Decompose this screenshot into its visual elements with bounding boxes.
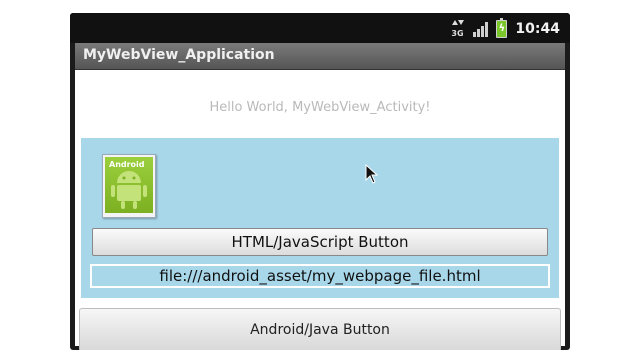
android-logo-image: Android <box>102 154 156 218</box>
hello-text: Hello World, MyWebView_Activity! <box>209 100 431 115</box>
app-title: MyWebView_Application <box>83 47 275 63</box>
status-bar: 3G ϟ 10:44 <box>70 13 570 43</box>
phone-frame: 3G ϟ 10:44 MyWebView_Application Hello W… <box>70 13 570 350</box>
android-logo-label: Android <box>109 160 145 169</box>
app-title-bar: MyWebView_Application <box>75 43 565 70</box>
activity-content: Hello World, MyWebView_Activity! Android <box>75 70 565 350</box>
webpage-url-text: file:///android_asset/my_webpage_file.ht… <box>90 264 550 288</box>
battery-charging-icon: ϟ <box>496 18 508 38</box>
status-icons: 3G ϟ 10:44 <box>451 18 560 39</box>
android-java-button[interactable]: Android/Java Button <box>79 308 561 350</box>
network-type-label: 3G <box>451 29 464 38</box>
html-javascript-button[interactable]: HTML/JavaScript Button <box>92 228 548 256</box>
mouse-pointer-icon <box>365 164 379 184</box>
data-down-arrow-icon <box>458 20 465 25</box>
status-time: 10:44 <box>515 21 560 37</box>
webview[interactable]: Android HTML/JavaScript Button file:///a… <box>81 138 559 298</box>
3g-data-icon: 3G <box>451 20 465 38</box>
signal-strength-icon <box>473 21 489 37</box>
